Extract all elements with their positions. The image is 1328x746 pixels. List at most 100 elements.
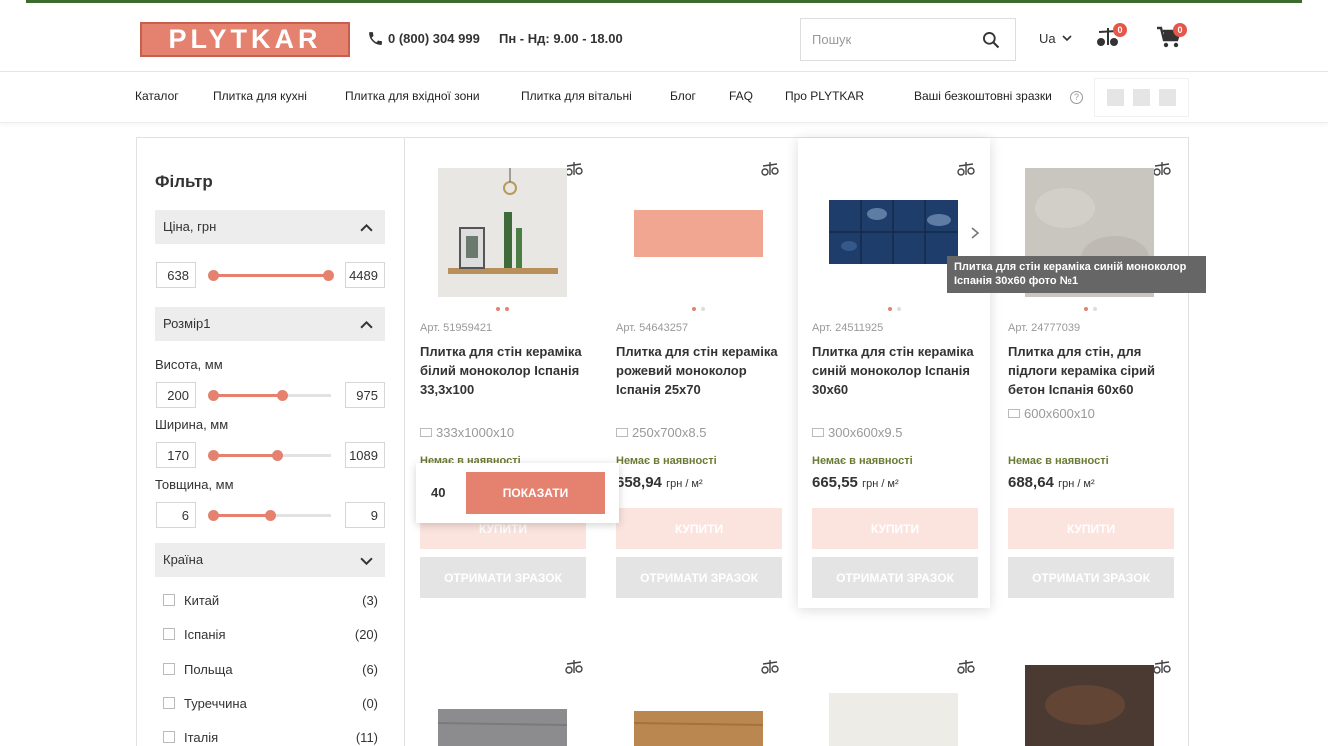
help-icon[interactable]: ? — [1070, 91, 1083, 104]
free-samples-slots[interactable] — [1094, 78, 1189, 117]
checkbox[interactable] — [163, 731, 175, 743]
logo[interactable]: PLYTKAR — [140, 22, 350, 57]
checkbox[interactable] — [163, 628, 175, 640]
price-min-input[interactable]: 638 — [156, 262, 196, 288]
nav-item-free-samples[interactable]: Ваші безкоштовні зразки — [914, 89, 1052, 103]
country-name: Китай — [184, 593, 220, 608]
price-min-handle[interactable] — [208, 270, 219, 281]
filter-title: Фільтр — [155, 172, 213, 191]
search-input[interactable] — [801, 19, 971, 60]
thickness-max-handle[interactable] — [265, 510, 276, 521]
cart-button[interactable]: 0 — [1155, 23, 1187, 53]
compare-badge: 0 — [1113, 23, 1127, 37]
country-option[interactable]: Туреччина (0) — [163, 695, 378, 713]
size-icon — [616, 428, 628, 437]
product-image[interactable] — [829, 693, 958, 746]
country-option[interactable]: Італія (11) — [163, 729, 378, 746]
size-filter-header[interactable]: Розмір1 — [155, 307, 385, 341]
nav-item-blog[interactable]: Блог — [670, 89, 696, 103]
height-min-handle[interactable] — [208, 390, 219, 401]
price-value: 665,55 — [812, 474, 858, 491]
sample-slot — [1133, 89, 1150, 106]
show-results-button[interactable]: ПОКАЗАТИ — [466, 472, 605, 514]
product-name[interactable]: Плитка для стін кераміка білий моноколор… — [420, 342, 590, 399]
buy-button[interactable]: КУПИТИ — [616, 508, 782, 549]
product-image[interactable] — [1025, 665, 1154, 746]
width-max-input[interactable]: 1089 — [345, 442, 385, 468]
site-header: PLYTKAR 0 (800) 304 999 Пн - Нд: 9.00 - … — [0, 3, 1328, 72]
height-max-handle[interactable] — [277, 390, 288, 401]
product-size-value: 333x1000x10 — [436, 425, 515, 440]
thickness-min-input[interactable]: 6 — [156, 502, 196, 528]
country-filter-label: Країна — [163, 552, 204, 567]
product-image[interactable] — [829, 200, 958, 264]
price-max-input[interactable]: 4489 — [345, 262, 385, 288]
nav-item-catalog[interactable]: Каталог — [135, 89, 179, 103]
product-image[interactable] — [634, 711, 763, 746]
height-max-input[interactable]: 975 — [345, 382, 385, 408]
height-min-input[interactable]: 200 — [156, 382, 196, 408]
image-dots — [994, 307, 1186, 311]
phone-link[interactable]: 0 (800) 304 999 — [367, 30, 480, 47]
buy-button[interactable]: КУПИТИ — [1008, 508, 1174, 549]
country-option[interactable]: Іспанія (20) — [163, 626, 378, 644]
search-icon[interactable] — [981, 30, 1001, 50]
product-card[interactable] — [994, 638, 1186, 746]
get-sample-button[interactable]: ОТРИМАТИ ЗРАЗОК — [616, 557, 782, 598]
size-icon — [1008, 409, 1020, 418]
get-sample-button[interactable]: ОТРИМАТИ ЗРАЗОК — [1008, 557, 1174, 598]
product-card[interactable] — [602, 638, 794, 746]
product-card[interactable]: Арт. 24511925 Плитка для стін кераміка с… — [798, 138, 990, 608]
product-size-value: 300x600x9.5 — [828, 425, 903, 440]
price-max-handle[interactable] — [323, 270, 334, 281]
product-card[interactable]: Арт. 51959421 Плитка для стін кераміка б… — [406, 138, 598, 608]
thickness-min-handle[interactable] — [208, 510, 219, 521]
compare-button[interactable]: 0 — [1094, 23, 1127, 53]
get-sample-button[interactable]: ОТРИМАТИ ЗРАЗОК — [812, 557, 978, 598]
compare-scales-icon[interactable] — [1152, 658, 1172, 676]
product-size: 250x700x8.5 — [616, 425, 706, 440]
nav-item-living-room[interactable]: Плитка для вітальні — [521, 89, 632, 103]
compare-scales-icon[interactable] — [956, 658, 976, 676]
price-filter-header[interactable]: Ціна, грн — [155, 210, 385, 244]
product-image[interactable] — [634, 210, 763, 257]
stock-status: Немає в наявності — [1008, 455, 1109, 467]
country-option[interactable]: Польща (6) — [163, 661, 378, 679]
country-option[interactable]: Китай (3) — [163, 592, 378, 610]
product-name[interactable]: Плитка для стін кераміка синій моноколор… — [812, 342, 982, 399]
language-select[interactable]: Ua — [1039, 31, 1072, 46]
product-card[interactable]: Арт. 24777039 Плитка для стін, для підло… — [994, 138, 1186, 608]
nav-item-entrance[interactable]: Плитка для вхідної зони — [345, 89, 480, 103]
compare-scales-icon[interactable] — [760, 160, 780, 178]
phone-number: 0 (800) 304 999 — [388, 31, 480, 46]
product-name[interactable]: Плитка для стін кераміка рожевий монокол… — [616, 342, 786, 399]
buy-button[interactable]: КУПИТИ — [812, 508, 978, 549]
product-name[interactable]: Плитка для стін, для підлоги кераміка сі… — [1008, 342, 1178, 399]
compare-scales-icon[interactable] — [564, 658, 584, 676]
width-min-handle[interactable] — [208, 450, 219, 461]
checkbox[interactable] — [163, 594, 175, 606]
width-min-input[interactable]: 170 — [156, 442, 196, 468]
nav-item-about[interactable]: Про PLYTKAR — [785, 89, 864, 103]
chevron-right-icon[interactable] — [969, 226, 981, 240]
product-size: 333x1000x10 — [420, 425, 514, 440]
product-card[interactable] — [798, 638, 990, 746]
product-card[interactable] — [406, 638, 598, 746]
product-card[interactable]: Арт. 54643257 Плитка для стін кераміка р… — [602, 138, 794, 608]
compare-scales-icon[interactable] — [564, 160, 584, 178]
compare-scales-icon[interactable] — [760, 658, 780, 676]
compare-scales-icon[interactable] — [956, 160, 976, 178]
nav-item-faq[interactable]: FAQ — [729, 89, 753, 103]
country-filter-header[interactable]: Країна — [155, 543, 385, 577]
checkbox[interactable] — [163, 697, 175, 709]
product-image[interactable] — [438, 709, 567, 746]
checkbox[interactable] — [163, 663, 175, 675]
get-sample-button[interactable]: ОТРИМАТИ ЗРАЗОК — [420, 557, 586, 598]
product-image[interactable] — [438, 168, 567, 297]
price-unit: грн / м² — [666, 478, 703, 490]
compare-scales-icon[interactable] — [1152, 160, 1172, 178]
nav-item-kitchen[interactable]: Плитка для кухні — [213, 89, 307, 103]
product-price: 665,55 грн / м² — [812, 474, 899, 491]
width-max-handle[interactable] — [272, 450, 283, 461]
thickness-max-input[interactable]: 9 — [345, 502, 385, 528]
